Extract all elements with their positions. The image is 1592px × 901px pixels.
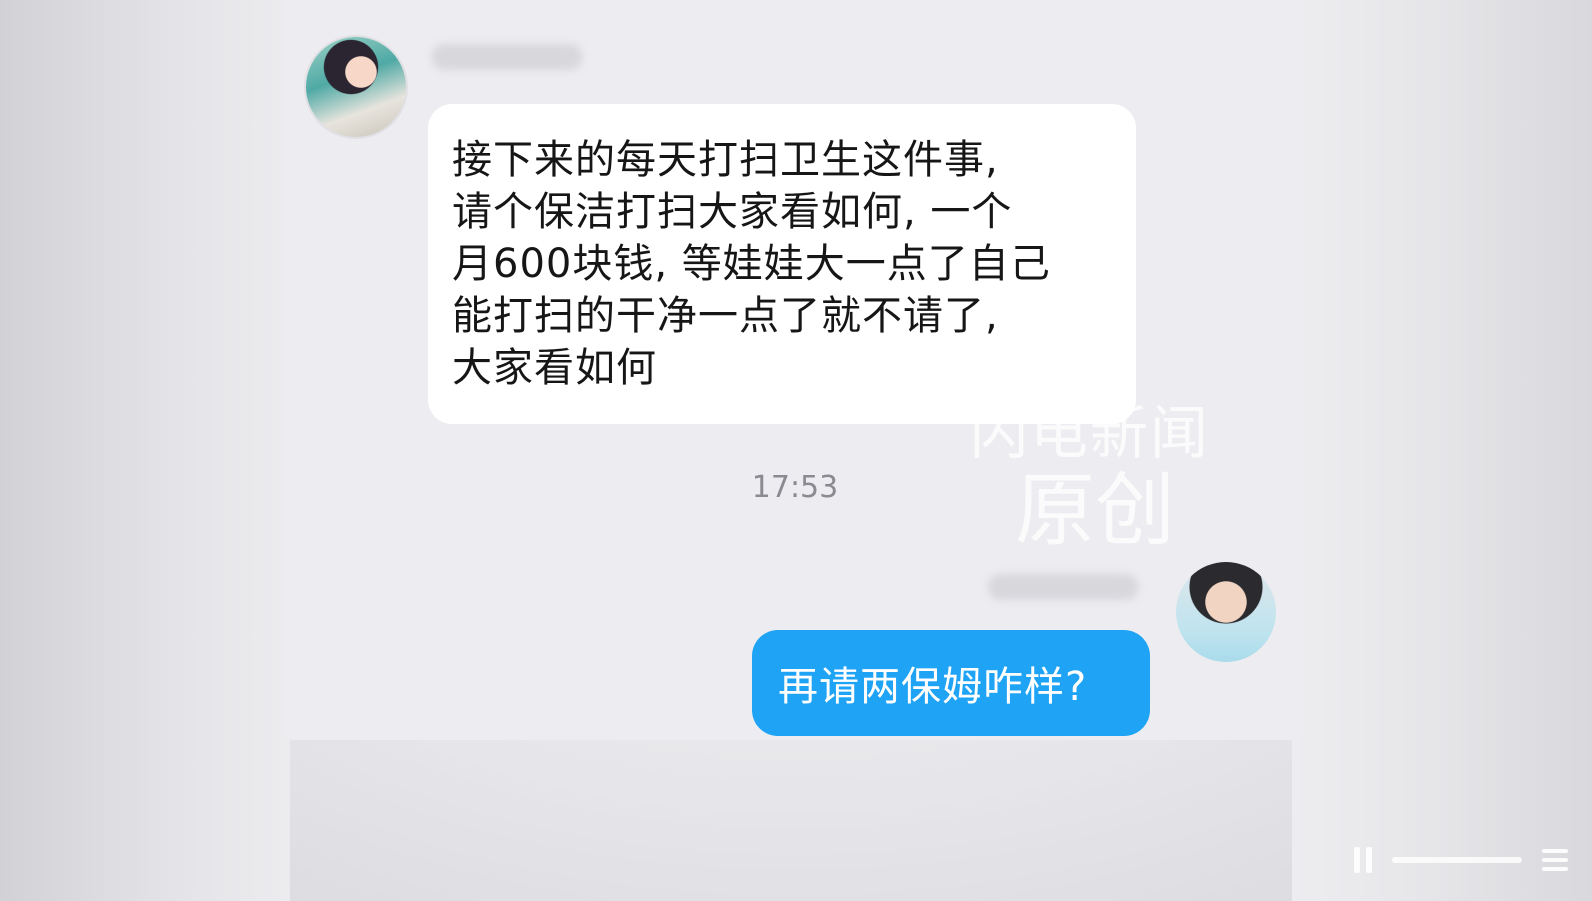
message-timestamp: 17:53: [751, 470, 839, 505]
watermark: 闪电新闻 原创: [970, 400, 1210, 556]
user-name-blurred: [988, 574, 1138, 600]
message-line: 请个保洁打扫大家看如何, 一个: [452, 189, 1013, 235]
watermark-line: 闪电新闻: [970, 399, 1211, 467]
background-blur-right: [1292, 0, 1592, 901]
message-line: 大家看如何: [452, 345, 657, 391]
incoming-message-bubble[interactable]: 接下来的每天打扫卫生这件事, 请个保洁打扫大家看如何, 一个 月600块钱, 等…: [428, 104, 1136, 424]
background-blur-left: [0, 0, 290, 901]
message-line: 月600块钱, 等娃娃大一点了自己: [452, 241, 1051, 287]
watermark-line: 原创: [1015, 464, 1175, 557]
user-avatar[interactable]: [1176, 562, 1276, 662]
sender-name-blurred: [432, 44, 582, 70]
media-controls-icon[interactable]: [1352, 843, 1572, 877]
outgoing-message-bubble[interactable]: 再请两保姆咋样?: [752, 630, 1150, 736]
outgoing-message-text: 再请两保姆咋样?: [778, 664, 1088, 710]
sender-avatar[interactable]: [306, 37, 406, 137]
message-line: 能打扫的干净一点了就不请了,: [452, 293, 999, 339]
message-line: 接下来的每天打扫卫生这件事,: [452, 137, 999, 183]
